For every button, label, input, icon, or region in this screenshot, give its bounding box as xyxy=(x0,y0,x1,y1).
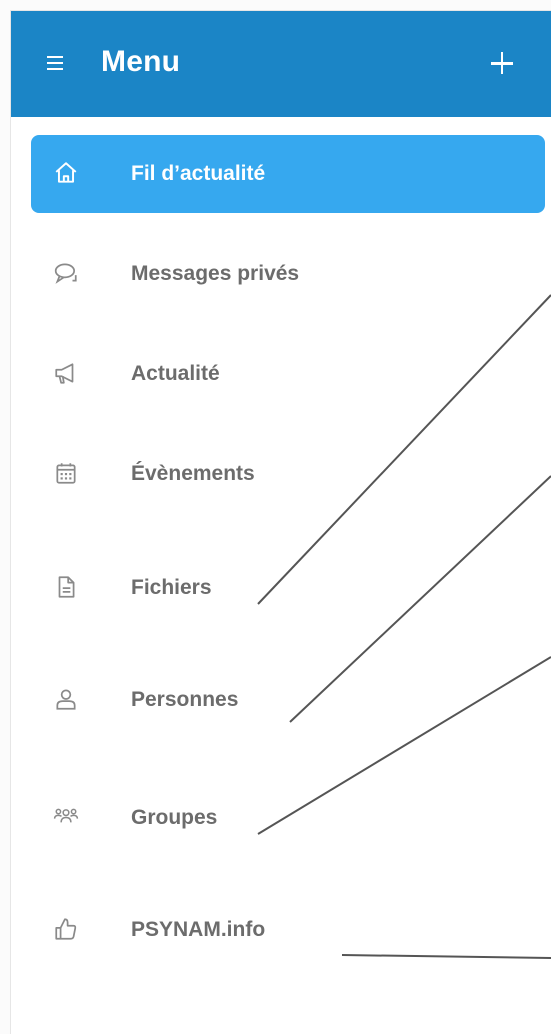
menu-item-label: Messages privés xyxy=(131,262,300,285)
menu-item-fichiers[interactable]: Fichiers xyxy=(31,549,545,627)
menu-item-label: Fichiers xyxy=(131,576,212,599)
menu-header: Menu xyxy=(11,11,551,117)
menu-item-personnes[interactable]: Personnes xyxy=(31,661,545,739)
menu-item-label: Évènements xyxy=(131,462,255,485)
menu-item-label: Groupes xyxy=(131,806,218,829)
menu-item-label: Fil d’actualité xyxy=(131,162,266,185)
menu-item-label: Actualité xyxy=(131,362,220,385)
menu-panel: Menu Fil d’actualité Messages privés Act… xyxy=(10,10,551,1034)
menu-item-fil-actualite[interactable]: Fil d’actualité xyxy=(31,135,545,213)
thumbs-up-icon xyxy=(55,918,77,940)
calendar-icon xyxy=(56,463,76,484)
menu-item-messages-prives[interactable]: Messages privés xyxy=(31,235,545,313)
menu-item-actualite[interactable]: Actualité xyxy=(31,335,545,413)
chat-bubble-icon xyxy=(54,263,77,284)
menu-item-psynam-info[interactable]: PSYNAM.info xyxy=(31,891,545,969)
plus-icon[interactable] xyxy=(479,41,523,85)
person-icon xyxy=(56,689,76,710)
menu-title: Menu xyxy=(101,45,181,78)
document-icon xyxy=(58,576,75,598)
screenshot-stage: Menu Fil d’actualité Messages privés Act… xyxy=(0,0,551,1034)
group-icon xyxy=(53,808,79,823)
menu-item-groupes[interactable]: Groupes xyxy=(31,779,545,857)
hamburger-icon[interactable] xyxy=(47,53,67,73)
megaphone-icon xyxy=(55,363,74,384)
menu-item-label: Personnes xyxy=(131,688,239,711)
home-icon xyxy=(55,162,77,183)
menu-item-evenements[interactable]: Évènements xyxy=(31,435,545,513)
menu-item-label: PSYNAM.info xyxy=(131,918,266,941)
